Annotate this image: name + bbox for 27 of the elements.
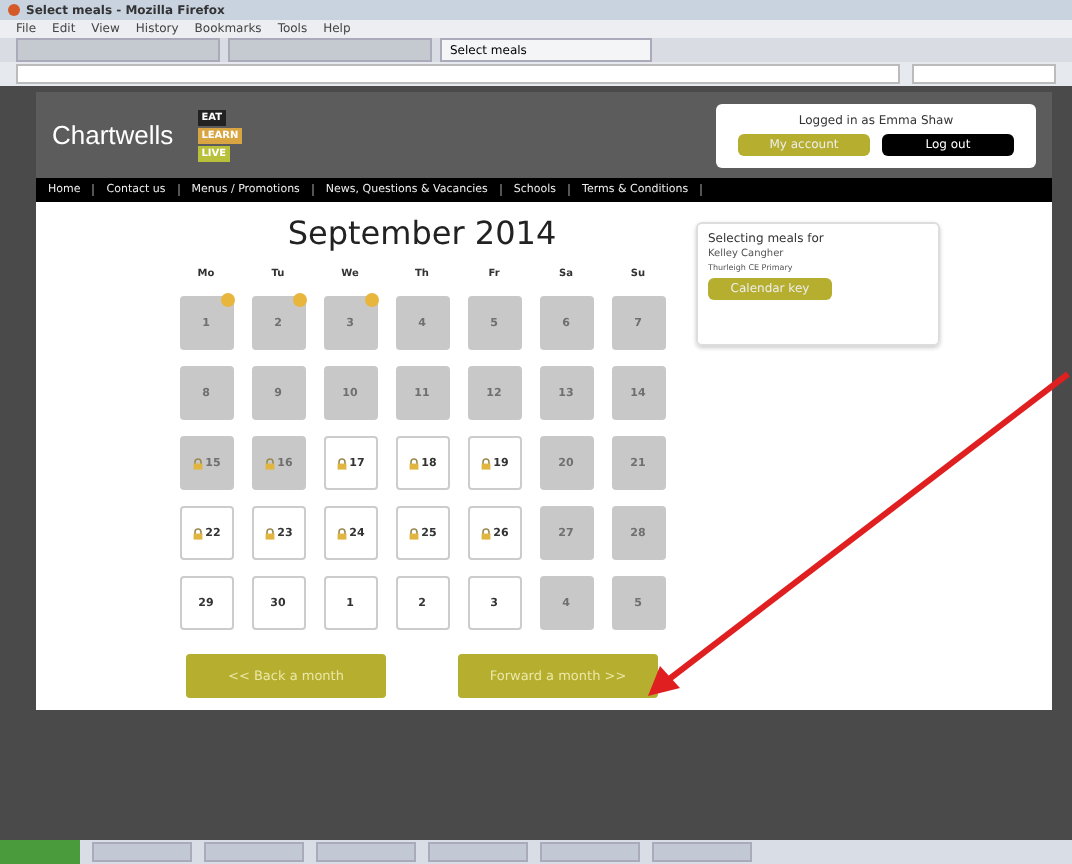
start-button[interactable] <box>0 840 80 864</box>
taskbar-item[interactable] <box>652 842 752 862</box>
padlock-icon <box>335 457 348 469</box>
padlock-icon <box>191 527 204 539</box>
sun-icon <box>217 290 237 310</box>
padlock-icon <box>479 457 492 469</box>
taskbar-item[interactable] <box>204 842 304 862</box>
padlock-icon <box>263 527 276 539</box>
browser-tab[interactable] <box>16 38 220 62</box>
taskbar-item[interactable] <box>540 842 640 862</box>
padlock-icon <box>479 527 492 539</box>
taskbar-item[interactable] <box>92 842 192 862</box>
calendar-title: September 2014 <box>287 214 557 252</box>
browser-icon <box>8 4 20 16</box>
search-field[interactable] <box>912 64 1056 84</box>
taskbar-item[interactable] <box>428 842 528 862</box>
padlock-icon <box>407 457 420 469</box>
sun-icon <box>289 290 309 310</box>
address-field[interactable] <box>16 64 900 84</box>
padlock-icon <box>191 457 204 469</box>
padlock-icon <box>263 457 276 469</box>
logo[interactable]: Chartwells <box>52 120 174 150</box>
padlock-icon <box>335 527 348 539</box>
padlock-icon <box>407 527 420 539</box>
taskbar-item[interactable] <box>316 842 416 862</box>
browser-tab[interactable] <box>228 38 432 62</box>
sun-icon <box>361 290 381 310</box>
